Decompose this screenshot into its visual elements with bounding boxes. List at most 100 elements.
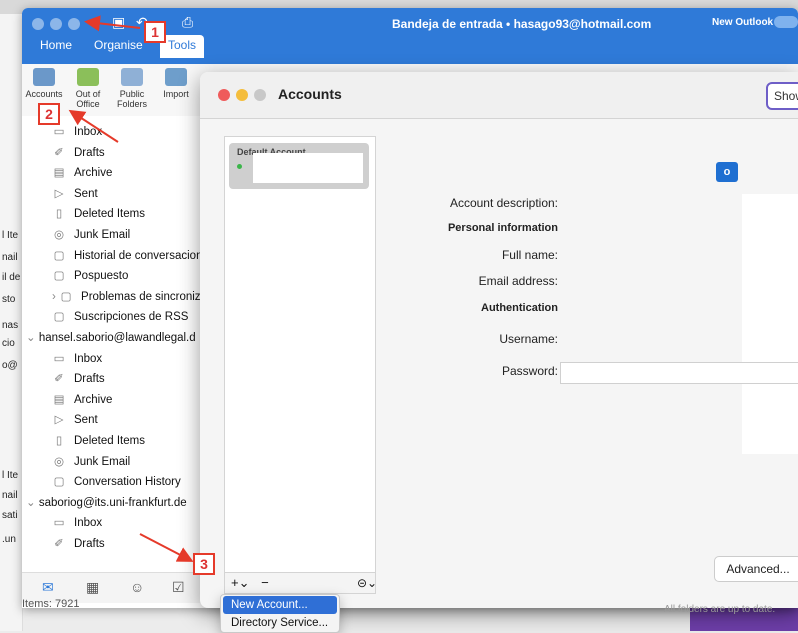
trash-icon: ▯ xyxy=(55,435,63,447)
window-title: Bandeja de entrada • hasago93@hotmail.co… xyxy=(392,17,652,31)
account-email: hansel.saborio@lawandlegal.d xyxy=(38,332,196,344)
tasks-icon[interactable]: ☑ xyxy=(172,579,185,596)
menu-item-directory-service[interactable]: Directory Service... xyxy=(221,614,339,632)
accounts-button-label: Accounts xyxy=(25,89,63,99)
status-online-icon xyxy=(237,164,242,169)
save-icon[interactable]: ▣ xyxy=(112,14,125,31)
folder-label: Drafts xyxy=(74,538,105,550)
accounts-button[interactable]: Accounts xyxy=(24,68,64,99)
new-outlook-toggle[interactable] xyxy=(774,16,798,28)
account-detail-pane: o Account description: Personal informat… xyxy=(386,118,798,608)
email-address-label: Email address: xyxy=(478,274,558,288)
out-of-office-button[interactable]: Out of Office xyxy=(68,68,108,109)
background-text-fragment: sto xyxy=(2,294,16,305)
folder-item[interactable]: ▭ Inbox xyxy=(52,122,103,142)
folder-label: Deleted Items xyxy=(74,435,145,447)
folder-label: Inbox xyxy=(74,126,103,138)
dialog-zoom-button[interactable] xyxy=(254,89,266,101)
account-header[interactable]: ⌄ saboriog@its.uni-frankfurt.de xyxy=(26,493,187,513)
folder-item[interactable]: ▷ Sent xyxy=(52,184,98,204)
folder-item[interactable]: ✐ Drafts xyxy=(52,143,105,163)
folder-label: Problemas de sincronización xyxy=(81,290,202,303)
public-folders-button[interactable]: Public Folders xyxy=(112,68,152,109)
junk-icon: ◎ xyxy=(53,229,65,241)
folder-item[interactable]: ✐ Drafts xyxy=(52,369,105,389)
annotation-badge-3: 3 xyxy=(193,553,215,575)
folder-label: Archive xyxy=(74,167,113,180)
archive-icon: ▤ xyxy=(53,393,65,406)
folder-pane: ▭ Inbox ✐ Drafts ▤ Archive ▷ Sent ▯ Deleted Items… xyxy=(22,116,202,572)
folder-label: Conversation History xyxy=(74,476,181,489)
import-label: Import xyxy=(163,89,189,99)
advanced-button[interactable]: Advanced... xyxy=(714,556,798,582)
collapse-chevron-icon[interactable]: ⌄ xyxy=(26,497,39,509)
folder-item[interactable]: ▤ Archive xyxy=(52,390,113,410)
folder-label: Junk Email xyxy=(74,229,131,241)
trash-icon: ▯ xyxy=(55,208,63,221)
dialog-title-bar: Accounts Show xyxy=(200,72,798,119)
folder-item[interactable]: ◎ Junk Email xyxy=(52,452,130,472)
show-all-button[interactable]: Show xyxy=(766,82,798,110)
folder-item[interactable]: ▯ Deleted Items xyxy=(52,204,145,224)
public-folders-label: Public Folders xyxy=(116,89,147,109)
calendar-icon[interactable]: ▦ xyxy=(86,579,99,596)
password-label: Password: xyxy=(501,364,558,378)
folder-label: Deleted Items xyxy=(74,208,145,221)
import-button[interactable]: Import xyxy=(156,68,196,99)
mail-icon[interactable]: ✉ xyxy=(42,579,54,596)
personal-information-heading: Personal information xyxy=(447,222,558,234)
archive-icon: ▤ xyxy=(53,167,65,180)
tab-home[interactable]: Home xyxy=(40,38,72,52)
collapse-chevron-icon[interactable]: ⌄ xyxy=(26,332,39,344)
dialog-minimize-button[interactable] xyxy=(236,89,248,101)
import-icon xyxy=(165,68,187,86)
people-icon[interactable]: ☺ xyxy=(130,579,144,595)
dialog-close-button[interactable] xyxy=(218,89,230,101)
tab-organise[interactable]: Organise xyxy=(94,38,143,52)
zoom-window-button[interactable] xyxy=(68,18,80,30)
folder-item[interactable]: ▯ Deleted Items xyxy=(52,431,145,451)
folder-item[interactable]: ▢ Pospuesto xyxy=(52,266,129,286)
account-list-controls: +⌄ − ⊝⌄ xyxy=(224,572,377,594)
account-list: Default Account xyxy=(224,136,376,594)
drafts-icon: ✐ xyxy=(54,373,64,386)
new-outlook-label: New Outlook xyxy=(712,17,774,28)
folder-label: Sent xyxy=(74,187,98,200)
folder-icon: ▢ xyxy=(53,270,65,283)
inbox-icon: ▭ xyxy=(53,352,65,365)
accounts-dialog: Accounts Show Default Account +⌄ − ⊝⌄ o … xyxy=(200,72,798,608)
junk-icon: ◎ xyxy=(53,455,65,468)
password-field[interactable] xyxy=(560,362,798,384)
folder-item[interactable]: ▢ Conversation History xyxy=(52,472,181,492)
folder-icon: ▢ xyxy=(53,476,65,489)
menu-item-new-account[interactable]: New Account... xyxy=(223,596,337,614)
options-menu-button[interactable]: ⊝⌄ xyxy=(357,573,377,593)
folder-item[interactable]: › ▢ Problemas de sincronización xyxy=(52,287,202,307)
folder-item[interactable]: ◎ Junk Email xyxy=(52,225,130,245)
remove-account-button[interactable]: − xyxy=(261,575,269,590)
account-header[interactable]: ⌄ hansel.saborio@lawandlegal.d xyxy=(26,328,196,348)
minimize-window-button[interactable] xyxy=(50,18,62,30)
folder-item[interactable]: ▭ Inbox xyxy=(52,349,103,369)
folder-item[interactable]: ▢ Historial de conversaciones xyxy=(52,246,202,266)
print-icon[interactable]: ⎙ xyxy=(182,14,193,31)
account-email: saboriog@its.uni-frankfurt.de xyxy=(38,496,187,509)
folder-item[interactable]: ▭ Inbox xyxy=(52,513,103,533)
folder-item[interactable]: ✐ Drafts xyxy=(52,534,105,554)
accounts-icon xyxy=(33,68,55,86)
folder-item[interactable]: ▢ Suscripciones de RSS xyxy=(52,307,189,327)
background-text-fragment: il de xyxy=(2,272,21,283)
close-window-button[interactable] xyxy=(32,18,44,30)
expand-chevron-icon[interactable]: › xyxy=(52,291,59,303)
default-account-item[interactable]: Default Account xyxy=(229,143,369,189)
folder-item[interactable]: ▤ Archive xyxy=(52,163,113,183)
background-text-fragment: o@ xyxy=(2,360,18,371)
sync-status: All folders are up to date. xyxy=(664,604,776,615)
add-account-menu: New Account... Directory Service... xyxy=(220,594,340,633)
tab-tools[interactable]: Tools xyxy=(160,35,205,58)
background-text-fragment: nas xyxy=(2,320,19,331)
background-text-fragment: l Ite xyxy=(2,230,19,241)
folder-item[interactable]: ▷ Sent xyxy=(52,410,98,430)
add-account-button[interactable]: +⌄ xyxy=(231,575,249,590)
title-bar: ▣ ↶ ⎙ Bandeja de entrada • hasago93@hotm… xyxy=(22,8,798,64)
